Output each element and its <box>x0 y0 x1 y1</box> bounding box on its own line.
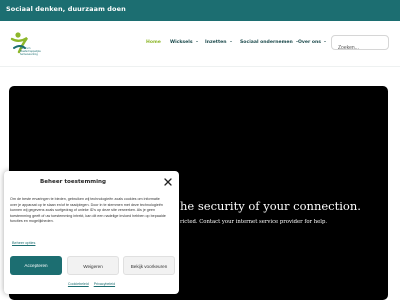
accept-button[interactable]: Accepteren <box>10 256 62 275</box>
close-icon[interactable] <box>164 178 172 186</box>
chevron-down-icon <box>324 41 327 42</box>
cookie-consent-dialog: Beheer toestemming Om de beste ervaringe… <box>4 171 179 294</box>
consent-links: Cookiebeleid Privacybeleid <box>4 282 179 286</box>
site-slogan: Sociaal denken, duurzaam doen <box>6 5 126 13</box>
site-header: Centrum Maatschappelijke Samenwerking Ho… <box>0 21 400 66</box>
nav-wicksels[interactable]: Wicksels <box>170 40 198 45</box>
nav-inzetten[interactable]: Inzetten <box>205 40 232 45</box>
chevron-down-icon <box>229 41 232 42</box>
search-input[interactable] <box>332 41 388 55</box>
manage-options-link[interactable]: Beheer opties <box>12 241 35 245</box>
header-divider <box>0 66 400 67</box>
video-error-headline: he security of your connection. <box>180 199 361 213</box>
consent-title: Beheer toestemming <box>40 179 107 185</box>
nav-sociaal-ondernemen[interactable]: Sociaal ondernemen <box>240 40 298 45</box>
video-error-message: ricted. Contact your internet service pr… <box>180 219 328 225</box>
search-box <box>331 35 389 55</box>
top-bar: Sociaal denken, duurzaam doen <box>0 0 400 21</box>
chevron-down-icon <box>195 41 198 42</box>
logo-text: Centrum Maatschappelijke Samenwerking <box>20 47 41 56</box>
view-preferences-button[interactable]: Bekijk voorkeuren <box>123 256 175 275</box>
nav-home[interactable]: Home <box>146 40 161 45</box>
deny-button[interactable]: Weigeren <box>67 256 119 275</box>
consent-text: Om de beste ervaringen te bieden, gebrui… <box>10 197 166 224</box>
cookie-policy-link[interactable]: Cookiebeleid <box>68 282 89 286</box>
privacy-policy-link[interactable]: Privacybeleid <box>94 282 115 286</box>
nav-over-ons[interactable]: Over ons <box>298 40 327 45</box>
